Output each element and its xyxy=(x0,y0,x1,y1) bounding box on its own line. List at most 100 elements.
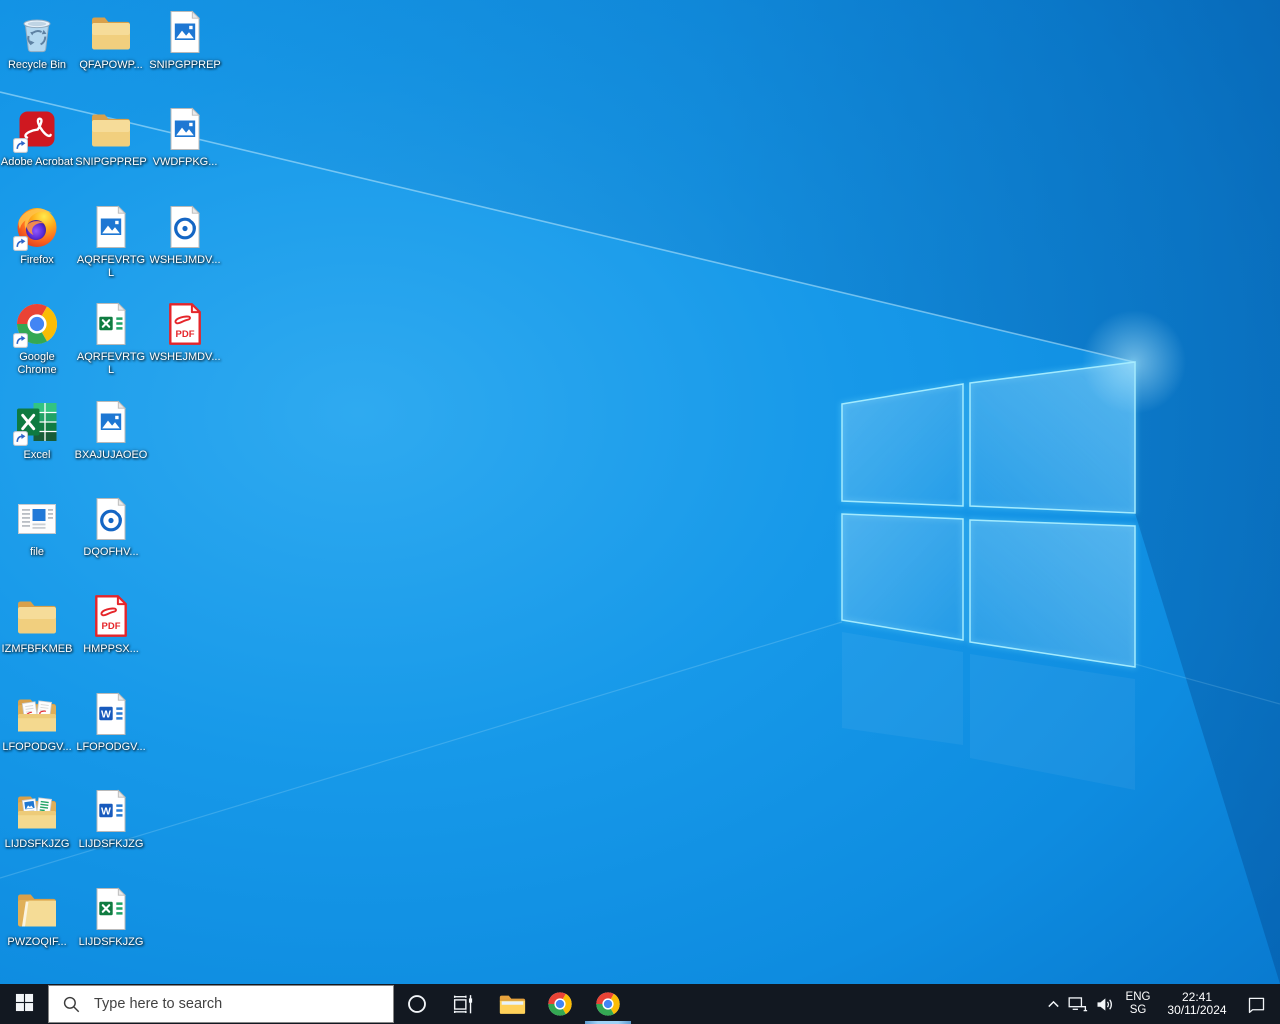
desktop-icon-label: LFOPODGV... xyxy=(2,741,72,753)
chrome-taskbar-button-active[interactable] xyxy=(584,984,632,1024)
action-center-button[interactable] xyxy=(1236,984,1276,1024)
start-button[interactable] xyxy=(0,984,48,1024)
desktop-icon[interactable]: W LFOPODGV... xyxy=(74,690,148,754)
desktop-icon-label: AQRFEVRTGL xyxy=(76,254,146,279)
desktop-icon-label: DQOFHV... xyxy=(83,546,139,558)
desktop-icon[interactable]: Google Chrome xyxy=(0,300,74,377)
folder-icon xyxy=(87,8,135,56)
desktop-icon[interactable]: SNIPGPPREP xyxy=(148,8,222,72)
task-view-button[interactable] xyxy=(440,984,488,1024)
shortcut-arrow-icon xyxy=(13,431,28,446)
language-region: SG xyxy=(1129,1004,1147,1016)
desktop-icon-label: QFAPOWP... xyxy=(79,59,143,71)
desktop-icon[interactable]: LIJDSFKJZG xyxy=(0,787,74,851)
desktop-icon[interactable]: VWDFPKG... xyxy=(148,105,222,169)
desktop-icon[interactable]: Firefox xyxy=(0,203,74,267)
svg-text:W: W xyxy=(101,805,111,817)
svg-text:W: W xyxy=(101,708,111,720)
desktop-icon[interactable]: Excel xyxy=(0,398,74,462)
file-explorer-icon xyxy=(497,989,527,1019)
desktop-icon-label: LIJDSFKJZG xyxy=(78,936,144,948)
chrome-taskbar-button[interactable] xyxy=(536,984,584,1024)
desktop-icon-label: AQRFEVRTGL xyxy=(76,351,146,376)
firefox-app-icon xyxy=(13,203,61,251)
desktop-icon-label: SNIPGPPREP xyxy=(149,59,221,71)
desktop-icon[interactable]: AQRFEVRTGL xyxy=(74,203,148,280)
clock-date: 30/11/2024 xyxy=(1167,1003,1227,1017)
folder-paper-icon xyxy=(13,885,61,933)
chrome-icon xyxy=(546,990,574,1018)
word-file-icon: W xyxy=(87,690,135,738)
cortana-icon xyxy=(404,991,430,1017)
excel-file-icon xyxy=(87,300,135,348)
search-input[interactable] xyxy=(92,995,393,1013)
folder-icon xyxy=(13,592,61,640)
desktop-icon-label: IZMFBFKMEB xyxy=(1,643,73,655)
media-file-icon xyxy=(161,203,209,251)
taskbar-spacer xyxy=(632,984,1042,1024)
desktop-icon[interactable]: AQRFEVRTGL xyxy=(74,300,148,377)
desktop-icon[interactable]: DQOFHV... xyxy=(74,495,148,559)
desktop-icon[interactable]: Adobe Acrobat xyxy=(0,105,74,169)
desktop-icon-label: Adobe Acrobat xyxy=(0,156,74,168)
image-file-icon xyxy=(87,398,135,446)
desktop-icon[interactable]: BXAJUJAOEO xyxy=(74,398,148,462)
desktop-icon-label: Recycle Bin xyxy=(7,59,67,71)
desktop-icon[interactable]: QFAPOWP... xyxy=(74,8,148,72)
image-file-icon xyxy=(161,105,209,153)
language-primary: ENG xyxy=(1125,991,1151,1003)
desktop-icon-label: Google Chrome xyxy=(17,351,57,376)
desktop-icon[interactable]: IZMFBFKMEB xyxy=(0,592,74,656)
search-icon xyxy=(62,995,81,1014)
taskbar-search[interactable] xyxy=(48,985,394,1023)
desktop-icon-label: WSHEJMDV... xyxy=(149,351,221,363)
chevron-up-icon xyxy=(1046,997,1061,1012)
network-ethernet-icon xyxy=(1067,994,1088,1015)
desktop-icon-grid: Recycle Bin QFAPOWP... SNIPGPPREP Adobe Acr… xyxy=(0,0,260,984)
shortcut-arrow-icon xyxy=(13,236,28,251)
recycle-bin-icon xyxy=(13,8,61,56)
language-indicator[interactable]: ENG SG xyxy=(1118,984,1158,1024)
pdf-file-icon: PDF xyxy=(161,300,209,348)
taskbar: ENG SG 22:41 30/11/2024 xyxy=(0,984,1280,1024)
desktop-icon[interactable]: WSHEJMDV... xyxy=(148,203,222,267)
desktop-icon[interactable]: PDF WSHEJMDV... xyxy=(148,300,222,364)
volume-button[interactable] xyxy=(1091,984,1118,1024)
file-explorer-button[interactable] xyxy=(488,984,536,1024)
pdf-file-icon: PDF xyxy=(87,592,135,640)
hidden-icons-button[interactable] xyxy=(1042,984,1064,1024)
network-button[interactable] xyxy=(1064,984,1091,1024)
desktop-icon[interactable]: SNIPGPPREP xyxy=(74,105,148,169)
desktop-icon[interactable]: LIJDSFKJZG xyxy=(74,885,148,949)
desktop-icon[interactable]: W LIJDSFKJZG xyxy=(74,787,148,851)
speaker-icon xyxy=(1094,994,1115,1015)
folder-docs-media-icon xyxy=(13,787,61,835)
desktop-icon-label: HMPPSX... xyxy=(83,643,139,655)
task-view-icon xyxy=(450,990,478,1018)
desktop-icon[interactable]: LFOPODGV... xyxy=(0,690,74,754)
desktop-icon[interactable]: PWZOQIF... xyxy=(0,885,74,949)
shortcut-arrow-icon xyxy=(13,333,28,348)
desktop-icon-label: file xyxy=(29,546,45,558)
desktop-icon[interactable]: file xyxy=(0,495,74,559)
desktop-icon-label: Firefox xyxy=(20,254,54,266)
word-file-icon: W xyxy=(87,787,135,835)
desktop-icon[interactable]: PDF HMPPSX... xyxy=(74,592,148,656)
desktop-icon-label: PWZOQIF... xyxy=(7,936,67,948)
desktop-icon-label: WSHEJMDV... xyxy=(149,254,221,266)
clock[interactable]: 22:41 30/11/2024 xyxy=(1158,984,1236,1024)
acrobat-app-icon xyxy=(13,105,61,153)
desktop-icon-label: LIJDSFKJZG xyxy=(4,838,70,850)
desktop-icon[interactable]: Recycle Bin xyxy=(0,8,74,72)
svg-text:PDF: PDF xyxy=(102,621,121,632)
image-file-icon xyxy=(161,8,209,56)
desktop-icon-label: VWDFPKG... xyxy=(152,156,218,168)
action-center-icon xyxy=(1246,994,1267,1015)
desktop-icon-label: BXAJUJAOEO xyxy=(74,449,148,461)
svg-text:PDF: PDF xyxy=(176,329,195,340)
desktop: Recycle Bin QFAPOWP... SNIPGPPREP Adobe Acr… xyxy=(0,0,1280,1024)
chrome-app-icon xyxy=(13,300,61,348)
cortana-button[interactable] xyxy=(394,984,440,1024)
excel-file-icon xyxy=(87,885,135,933)
desktop-icon-label: SNIPGPPREP xyxy=(75,156,147,168)
